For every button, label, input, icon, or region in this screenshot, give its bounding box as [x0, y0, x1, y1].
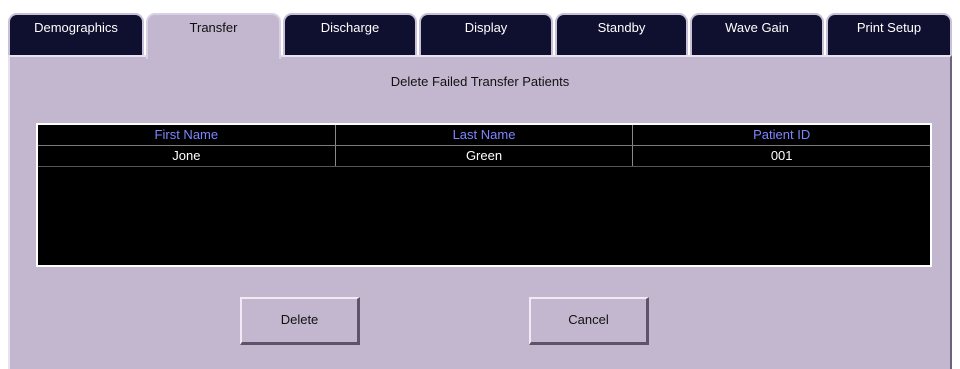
- column-header-first-name: First Name: [38, 125, 336, 145]
- cancel-button[interactable]: Cancel: [529, 297, 649, 345]
- column-header-last-name: Last Name: [336, 125, 634, 145]
- tab-print-setup[interactable]: Print Setup: [826, 13, 952, 57]
- tab-standby[interactable]: Standby: [555, 13, 688, 57]
- patient-table: First Name Last Name Patient ID Jone Gre…: [36, 123, 932, 267]
- tab-display[interactable]: Display: [419, 13, 553, 57]
- column-header-patient-id: Patient ID: [753, 127, 811, 142]
- table-header: First Name Last Name Patient ID: [38, 125, 930, 146]
- tab-wave-gain[interactable]: Wave Gain: [690, 13, 824, 57]
- transfer-panel: Delete Failed Transfer Patients First Na…: [8, 55, 952, 369]
- table-row[interactable]: Jone Green 001: [38, 146, 930, 167]
- cell-patient-id: 001: [770, 148, 793, 163]
- delete-button[interactable]: Delete: [240, 297, 360, 345]
- cell-first-name: Jone: [38, 146, 336, 166]
- tab-transfer[interactable]: Transfer: [146, 13, 281, 59]
- panel-title: Delete Failed Transfer Patients: [390, 74, 570, 89]
- cell-last-name: Green: [336, 146, 634, 166]
- tab-discharge[interactable]: Discharge: [283, 13, 417, 57]
- tab-demographics[interactable]: Demographics: [8, 13, 144, 57]
- tab-bar: Demographics Transfer Discharge Display …: [8, 13, 952, 59]
